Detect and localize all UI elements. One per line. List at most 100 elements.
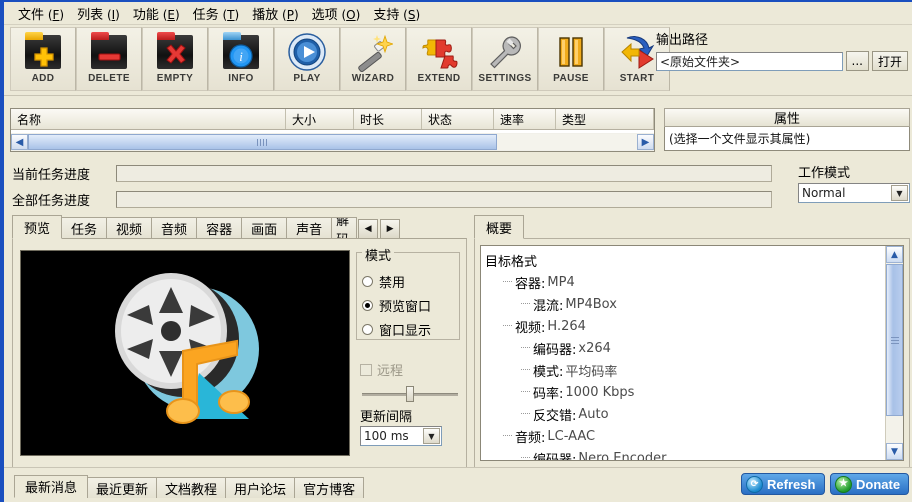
tab-概要[interactable]: 概要 [474,215,525,239]
column-header-2[interactable]: 大小 [286,109,354,129]
menu-item-label: 支持 [373,7,400,23]
menu-item-6[interactable]: 选项 (O) [308,2,370,25]
hscroll-thumb[interactable] [28,134,497,150]
menu-item-3[interactable]: 功能 (E) [129,2,189,25]
toolbar-button-extend[interactable]: EXTEND [406,27,472,91]
summary-node-key: 容器: [515,276,546,292]
toolbar-button-info[interactable]: i INFO [208,27,274,91]
scroll-right-icon[interactable]: ▶ [637,134,654,150]
radio-icon[interactable] [362,324,373,335]
summary-tree-node[interactable]: 码率: 1000 Kbps [485,381,886,403]
toolbar-button-wizard[interactable]: WIZARD [340,27,406,91]
tab-scroll-right-icon[interactable]: ▶ [380,219,401,239]
open-folder-button[interactable]: 打开 [871,51,908,71]
current-task-progress-row: 当前任务进度 [12,164,772,183]
tab-预览[interactable]: 预览 [12,215,63,239]
summary-node-key: 音频: [515,430,546,446]
radio-icon[interactable] [362,300,373,311]
preview-mode-radio-1[interactable]: 禁用 [362,272,405,291]
scroll-left-icon[interactable]: ◀ [11,134,28,150]
column-header-6[interactable]: 类型 [556,109,654,129]
tree-connector-icon [521,347,530,349]
bottom-tab-官方博客[interactable]: 官方博客 [294,477,365,498]
chevron-down-icon[interactable]: ▼ [891,185,908,201]
summary-tree-node[interactable]: 模式: 平均码率 [485,359,886,381]
summary-node-value: Auto [578,406,609,422]
menu-item-4[interactable]: 任务 (T) [189,2,249,25]
tab-容器[interactable]: 容器 [196,217,243,239]
column-header-1[interactable]: 名称 [11,109,286,129]
column-header-5[interactable]: 速率 [494,109,556,129]
work-mode-select[interactable]: Normal ▼ [798,183,910,203]
video-preview-area[interactable] [20,250,350,456]
radio-icon[interactable] [362,276,373,287]
hscroll-track[interactable] [28,134,637,150]
vscroll-thumb[interactable] [886,264,903,416]
delete-folder-icon [89,32,129,72]
column-header-3[interactable]: 时长 [354,109,422,129]
tab-视频[interactable]: 视频 [106,217,153,239]
donate-button[interactable]: ★ Donate [830,473,909,495]
menu-item-label: 任务 [192,7,219,23]
preview-mode-radio-3[interactable]: 窗口显示 [362,320,431,339]
summary-tree-node[interactable]: 编码器: Nero Encoder [485,447,886,460]
toolbar-button-label: START [619,73,655,84]
checkbox-icon[interactable] [360,363,372,376]
menu-item-7[interactable]: 支持 (S) [369,2,429,25]
summary-node-key: 模式: [533,364,564,380]
chevron-down-icon[interactable]: ▼ [423,428,440,444]
slider-thumb[interactable] [406,386,414,402]
tab-画面[interactable]: 画面 [241,217,288,239]
toolbar-button-label: DELETE [88,73,130,84]
file-list-hscrollbar[interactable]: ◀ ▶ [11,133,654,151]
column-header-4[interactable]: 状态 [422,109,494,129]
preview-slider[interactable] [362,386,458,402]
menu-item-accelerator: (E) [158,7,180,22]
tab-任务[interactable]: 任务 [61,217,108,239]
toolbar-button-settings[interactable]: SETTINGS [472,27,538,91]
tab-解码[interactable]: 解码 [331,217,358,239]
output-path-input[interactable]: <原始文件夹> [656,51,843,71]
menu-item-5[interactable]: 播放 (P) [248,2,307,25]
summary-tree[interactable]: 目标格式 容器: MP4 混流: MP4Box 视频: H.264 编码器: x264 模式: 平均… [480,245,904,461]
summary-tree-node[interactable]: 视频: H.264 [485,315,886,337]
refresh-button[interactable]: ⟳ Refresh [741,473,825,495]
preview-mode-title: 模式 [362,245,395,264]
summary-tree-node[interactable]: 容器: MP4 [485,271,886,293]
summary-node-value: 1000 Kbps [565,384,635,400]
summary-tree-node[interactable]: 混流: MP4Box [485,293,886,315]
summary-node-value: H.264 [547,318,586,334]
summary-node-value: x264 [578,340,611,356]
toolbar-button-add[interactable]: ADD [10,27,76,91]
tab-scroll-left-icon[interactable]: ◀ [358,219,379,239]
scroll-down-icon[interactable]: ▼ [886,443,903,460]
summary-tree-root[interactable]: 目标格式 [485,249,886,271]
remote-checkbox-row[interactable]: 远程 [360,360,403,379]
toolbar-button-pause[interactable]: PAUSE [538,27,604,91]
toolbar-button-delete[interactable]: DELETE [76,27,142,91]
toolbar-button-empty[interactable]: EMPTY [142,27,208,91]
summary-vscrollbar[interactable]: ▲ ▼ [885,246,903,460]
bottom-tab-用户论坛[interactable]: 用户论坛 [225,477,296,498]
tab-声音[interactable]: 声音 [286,217,333,239]
current-task-progress-bar [116,165,772,182]
file-list[interactable]: 名称 大小 时长 状态 速率 类型 ◀ ▶ [10,108,655,152]
summary-tree-node[interactable]: 反交错: Auto [485,403,886,425]
toolbar-buttons: ADD DELETE EMPTY i INFO PLAY WIZARD EXTEN… [4,25,670,91]
bottom-tab-文档教程[interactable]: 文档教程 [156,477,227,498]
menu-item-1[interactable]: 文件 (F) [14,2,73,25]
preview-mode-radio-2[interactable]: 预览窗口 [362,296,431,315]
summary-tree-node[interactable]: 编码器: x264 [485,337,886,359]
bottom-tab-最近更新[interactable]: 最近更新 [87,477,158,498]
remote-label: 远程 [377,364,404,379]
browse-button[interactable]: ... [845,51,869,71]
summary-tree-node[interactable]: 音频: LC-AAC [485,425,886,447]
toolbar-button-play[interactable]: PLAY [274,27,340,91]
menu-item-label: 播放 [252,7,279,23]
menu-item-2[interactable]: 列表 (I) [73,2,129,25]
bottom-tab-最新消息[interactable]: 最新消息 [14,475,89,498]
tab-音频[interactable]: 音频 [151,217,198,239]
right-tab-strip: 概要 [474,215,525,239]
scroll-up-icon[interactable]: ▲ [886,246,903,263]
update-interval-select[interactable]: 100 ms ▼ [360,426,442,446]
